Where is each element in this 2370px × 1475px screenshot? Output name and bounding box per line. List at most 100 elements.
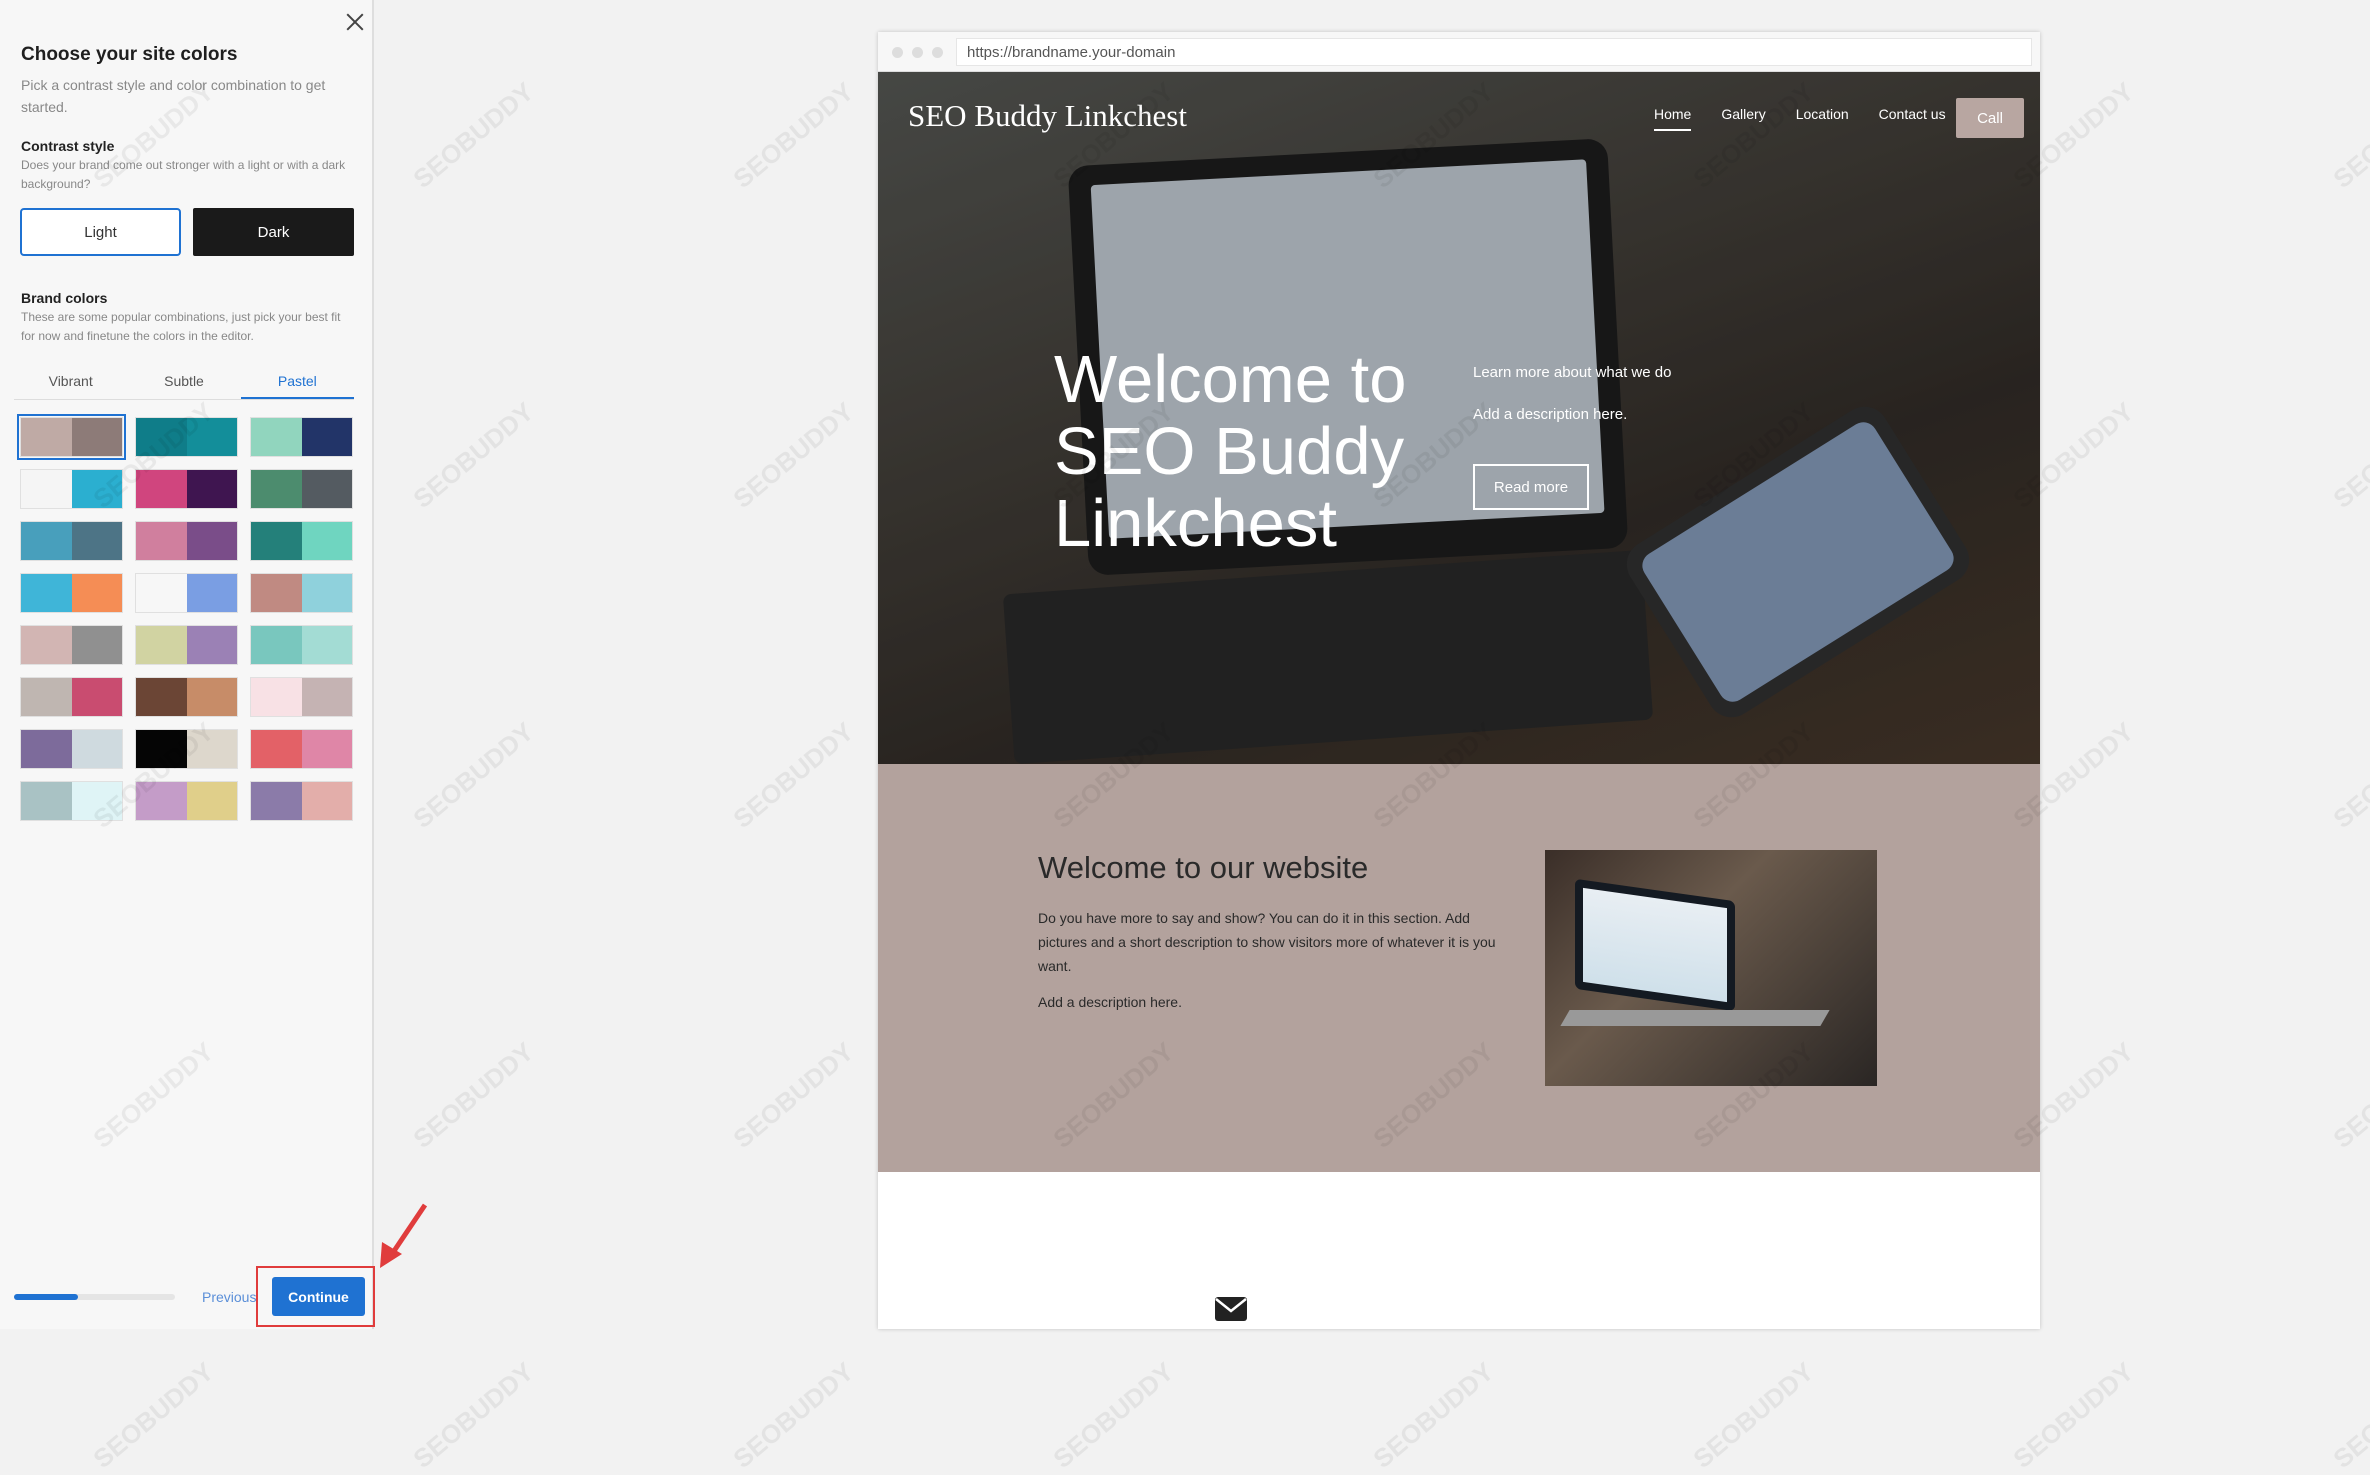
previous-button[interactable]: Previous xyxy=(202,1289,256,1305)
color-swatch[interactable] xyxy=(135,677,238,717)
watermark-text: SEOBUDDY xyxy=(2327,716,2370,834)
color-swatch[interactable] xyxy=(20,677,123,717)
swatch-color xyxy=(186,574,237,612)
swatch-color xyxy=(251,730,302,768)
section-body: Do you have more to say and show? You ca… xyxy=(1038,910,1496,974)
panel-title: Choose your site colors xyxy=(21,44,238,65)
color-swatch[interactable] xyxy=(135,573,238,613)
site-title[interactable]: SEO Buddy Linkchest xyxy=(908,98,1187,134)
swatch-color xyxy=(71,522,122,560)
hero-description: Add a description here. xyxy=(1473,406,1628,423)
light-contrast-button[interactable]: Light xyxy=(20,208,181,256)
nav-contact[interactable]: Contact us xyxy=(1879,106,1946,131)
color-swatch[interactable] xyxy=(135,781,238,821)
swatch-color xyxy=(71,678,122,716)
panel-subtitle: Pick a contrast style and color combinat… xyxy=(21,77,326,115)
swatch-color xyxy=(136,522,187,560)
swatch-color xyxy=(301,678,352,716)
watermark-text: SEOBUDDY xyxy=(727,76,860,194)
swatch-color xyxy=(251,574,302,612)
close-icon[interactable] xyxy=(343,10,367,34)
swatch-color xyxy=(301,626,352,664)
swatch-color xyxy=(21,522,72,560)
tab-vibrant[interactable]: Vibrant xyxy=(14,364,127,399)
swatch-color xyxy=(21,574,72,612)
swatch-color xyxy=(301,522,352,560)
nav-home[interactable]: Home xyxy=(1654,106,1692,131)
swatch-color xyxy=(186,626,237,664)
nav-location[interactable]: Location xyxy=(1796,106,1849,131)
swatch-color xyxy=(186,418,237,456)
swatch-color xyxy=(21,418,72,456)
nav-gallery[interactable]: Gallery xyxy=(1721,106,1765,131)
swatch-color xyxy=(136,470,187,508)
color-swatch[interactable] xyxy=(250,417,353,457)
tab-pastel[interactable]: Pastel xyxy=(240,364,354,399)
color-swatch[interactable] xyxy=(20,573,123,613)
watermark-text: SEOBUDDY xyxy=(87,1356,220,1474)
swatch-color xyxy=(301,730,352,768)
swatch-color xyxy=(136,418,187,456)
tab-subtle[interactable]: Subtle xyxy=(127,364,240,399)
color-swatch[interactable] xyxy=(250,677,353,717)
color-swatch[interactable] xyxy=(17,414,126,460)
window-dot-icon xyxy=(912,47,923,58)
watermark-text: SEOBUDDY xyxy=(407,1356,540,1474)
swatch-color xyxy=(186,522,237,560)
color-swatch[interactable] xyxy=(250,729,353,769)
color-swatch[interactable] xyxy=(20,521,123,561)
color-swatch[interactable] xyxy=(20,469,123,509)
swatch-color xyxy=(301,470,352,508)
watermark-text: SEOBUDDY xyxy=(1047,1356,1180,1474)
color-swatch[interactable] xyxy=(250,469,353,509)
swatch-color xyxy=(136,782,187,820)
swatch-color xyxy=(251,470,302,508)
color-swatch[interactable] xyxy=(250,781,353,821)
brand-colors-heading: Brand colors xyxy=(21,290,108,306)
color-swatch[interactable] xyxy=(250,625,353,665)
envelope-icon[interactable] xyxy=(1214,1296,1248,1322)
contrast-desc: Does your brand come out stronger with a… xyxy=(21,158,346,191)
swatch-color xyxy=(251,678,302,716)
color-swatch[interactable] xyxy=(135,729,238,769)
color-swatch[interactable] xyxy=(135,417,238,457)
color-swatch[interactable] xyxy=(135,469,238,509)
swatch-color xyxy=(71,626,122,664)
swatch-color xyxy=(251,418,302,456)
watermark-text: SEOBUDDY xyxy=(727,396,860,514)
brand-colors-desc: These are some popular combinations, jus… xyxy=(21,310,341,343)
watermark-text: SEOBUDDY xyxy=(727,716,860,834)
watermark-text: SEOBUDDY xyxy=(407,396,540,514)
swatch-color xyxy=(301,418,352,456)
color-swatch[interactable] xyxy=(20,729,123,769)
palette-tabs: Vibrant Subtle Pastel xyxy=(14,364,354,400)
watermark-text: SEOBUDDY xyxy=(1367,1356,1500,1474)
section-title: Welcome to our website xyxy=(1038,850,1369,885)
watermark-text: SEOBUDDY xyxy=(727,1356,860,1474)
section-laptop-image xyxy=(1545,850,1877,1086)
call-button[interactable]: Call xyxy=(1956,98,2024,138)
dark-contrast-button[interactable]: Dark xyxy=(193,208,354,256)
color-swatch[interactable] xyxy=(20,781,123,821)
color-swatch[interactable] xyxy=(135,625,238,665)
annotation-arrow-icon xyxy=(380,1203,428,1268)
color-swatch[interactable] xyxy=(20,625,123,665)
watermark-text: SEOBUDDY xyxy=(2327,1036,2370,1154)
swatch-color xyxy=(186,678,237,716)
mini-laptop-base xyxy=(1560,1010,1830,1026)
swatch-color xyxy=(21,730,72,768)
swatch-color xyxy=(136,626,187,664)
hero-heading: Welcome to SEO Buddy Linkchest xyxy=(1054,342,1407,561)
watermark-text: SEOBUDDY xyxy=(407,716,540,834)
color-swatch[interactable] xyxy=(250,573,353,613)
color-swatch[interactable] xyxy=(250,521,353,561)
url-field: https://brandname.your-domain xyxy=(956,38,2032,66)
swatch-color xyxy=(186,782,237,820)
color-swatch[interactable] xyxy=(135,521,238,561)
watermark-text: SEOBUDDY xyxy=(2007,1356,2140,1474)
read-more-button[interactable]: Read more xyxy=(1473,464,1589,510)
window-dot-icon xyxy=(892,47,903,58)
swatch-color xyxy=(71,574,122,612)
watermark-text: SEOBUDDY xyxy=(2327,396,2370,514)
section-description: Add a description here. xyxy=(1038,994,1182,1010)
